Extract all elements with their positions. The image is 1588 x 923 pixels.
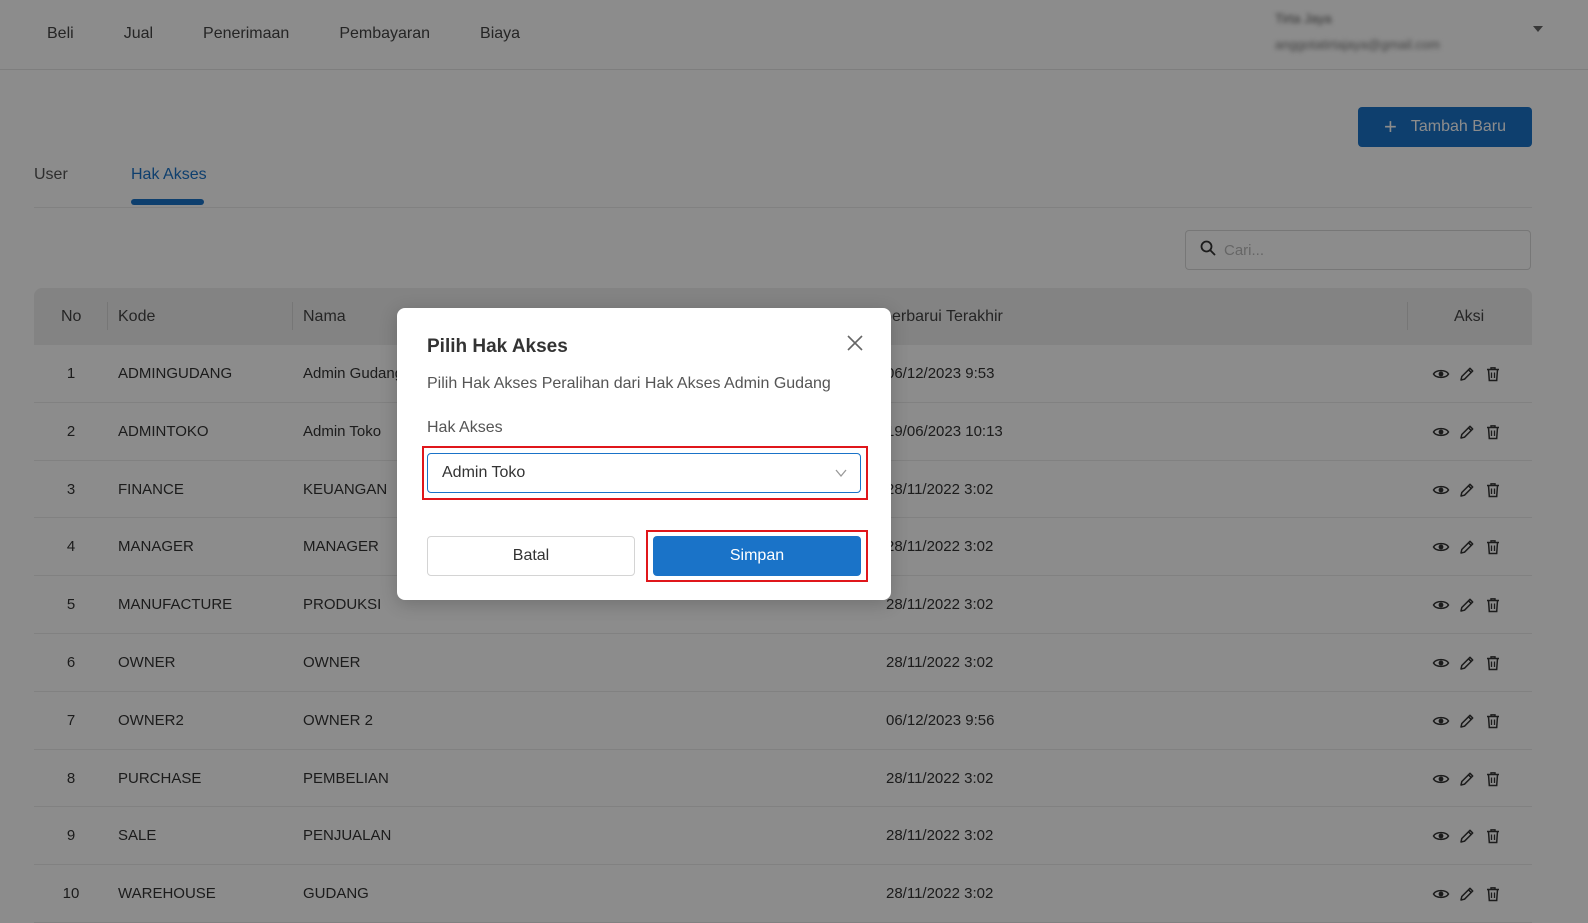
dialog-description: Pilih Hak Akses Peralihan dari Hak Akses…	[427, 375, 831, 392]
save-button[interactable]: Simpan	[653, 536, 861, 576]
select-value: Admin Toko	[442, 464, 526, 481]
close-icon[interactable]	[845, 333, 865, 353]
dialog-title: Pilih Hak Akses	[427, 336, 568, 357]
access-select[interactable]: Admin Toko	[427, 453, 861, 493]
chevron-down-icon	[834, 466, 848, 480]
access-field-label: Hak Akses	[427, 419, 503, 436]
cancel-button[interactable]: Batal	[427, 536, 635, 576]
select-access-dialog: Pilih Hak Akses Pilih Hak Akses Peraliha…	[397, 308, 891, 600]
